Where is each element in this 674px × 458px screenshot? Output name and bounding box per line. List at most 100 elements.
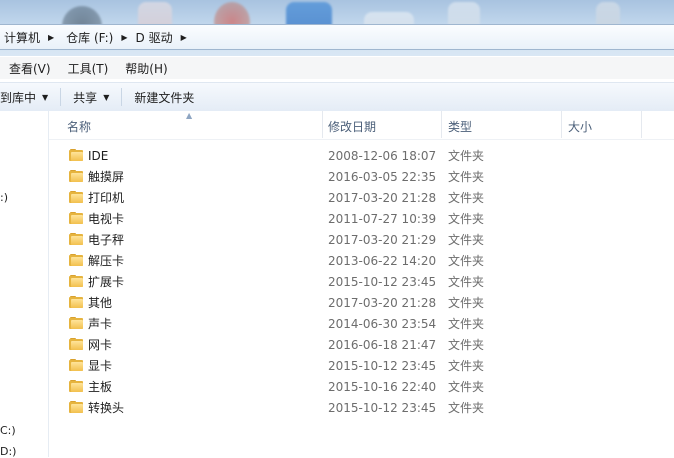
include-in-library-label: 到库中 (0, 90, 37, 105)
file-name: 电视卡 (88, 212, 125, 226)
column-header-size[interactable]: 大小 (568, 118, 592, 135)
toolbar-divider (121, 88, 123, 106)
table-row[interactable]: 主板 2015-10-16 22:40 文件夹 (49, 376, 674, 397)
sort-ascending-icon: ▲ (186, 111, 193, 120)
file-type: 文件夹 (448, 170, 485, 184)
navigation-pane[interactable]: :) C:) D:) (0, 111, 49, 458)
file-date: 2014-06-30 23:54 (328, 316, 437, 331)
column-header-name[interactable]: 名称 (67, 118, 91, 135)
file-date: 2017-03-20 21:28 (328, 190, 437, 205)
file-date: 2015-10-12 23:45 (328, 400, 437, 415)
folder-icon (69, 233, 83, 245)
address-bar[interactable]: 计算机 ▶ 仓库 (F:) ▶ D 驱动 ▶ (0, 24, 674, 50)
nav-item-drive-d[interactable]: D:) (0, 445, 16, 458)
file-date: 2011-07-27 10:39 (328, 211, 437, 226)
column-header-type[interactable]: 类型 (448, 118, 472, 135)
file-type: 文件夹 (448, 296, 485, 310)
file-type: 文件夹 (448, 149, 485, 163)
table-row[interactable]: 其他 2017-03-20 21:28 文件夹 (49, 292, 674, 313)
folder-icon (69, 296, 83, 308)
folder-icon (69, 212, 83, 224)
file-type: 文件夹 (448, 254, 485, 268)
folder-icon (69, 380, 83, 392)
file-type: 文件夹 (448, 233, 485, 247)
folder-icon (69, 170, 83, 182)
file-type: 文件夹 (448, 317, 485, 331)
column-divider[interactable] (641, 111, 642, 138)
nav-item-drive-c[interactable]: C:) (0, 424, 16, 437)
command-bar: 到库中 ▼ 共享 ▼ 新建文件夹 (0, 82, 674, 112)
folder-icon (69, 254, 83, 266)
breadcrumb-computer[interactable]: 计算机 ▶ (0, 26, 56, 48)
folder-icon (69, 317, 83, 329)
file-name: 显卡 (88, 359, 113, 373)
file-date: 2008-12-06 18:07 (328, 148, 437, 163)
include-in-library-button[interactable]: 到库中 ▼ (0, 89, 60, 106)
file-name: 其他 (88, 296, 113, 310)
folder-icon (69, 191, 83, 203)
table-row[interactable]: 解压卡 2013-06-22 14:20 文件夹 (49, 250, 674, 271)
breadcrumb-d-driver[interactable]: D 驱动 ▶ (132, 26, 189, 48)
column-header-row: ▲ 名称 修改日期 类型 大小 (49, 111, 674, 140)
file-name: IDE (88, 148, 109, 163)
file-name: 电子秤 (88, 233, 125, 247)
table-row[interactable]: 显卡 2015-10-12 23:45 文件夹 (49, 355, 674, 376)
file-date: 2013-06-22 14:20 (328, 253, 437, 268)
folder-icon (69, 149, 83, 161)
folder-icon (69, 338, 83, 350)
file-date: 2015-10-12 23:45 (328, 358, 437, 373)
toolbar-divider (60, 88, 62, 106)
file-date: 2017-03-20 21:28 (328, 295, 437, 310)
file-type: 文件夹 (448, 275, 485, 289)
table-row[interactable]: 电子秤 2017-03-20 21:29 文件夹 (49, 229, 674, 250)
file-name: 网卡 (88, 338, 113, 352)
column-divider[interactable] (441, 111, 442, 138)
menu-help[interactable]: 帮助(H) (116, 60, 175, 77)
column-divider[interactable] (561, 111, 562, 138)
chevron-right-icon[interactable]: ▶ (181, 33, 187, 42)
file-name: 扩展卡 (88, 275, 125, 289)
chevron-right-icon[interactable]: ▶ (121, 33, 127, 42)
menu-bar: 查看(V) 工具(T) 帮助(H) (0, 57, 674, 79)
file-list: ▲ 名称 修改日期 类型 大小 IDE 2008-12-06 18:07 文件夹 触摸… (49, 111, 674, 457)
file-type: 文件夹 (448, 380, 485, 394)
folder-icon (69, 359, 83, 371)
table-row[interactable]: 电视卡 2011-07-27 10:39 文件夹 (49, 208, 674, 229)
file-type: 文件夹 (448, 338, 485, 352)
column-header-date[interactable]: 修改日期 (328, 118, 376, 135)
file-name: 主板 (88, 380, 113, 394)
new-folder-label: 新建文件夹 (134, 90, 195, 105)
table-row[interactable]: 触摸屏 2016-03-05 22:35 文件夹 (49, 166, 674, 187)
share-label: 共享 (73, 90, 98, 105)
table-row[interactable]: 声卡 2014-06-30 23:54 文件夹 (49, 313, 674, 334)
table-row[interactable]: 打印机 2017-03-20 21:28 文件夹 (49, 187, 674, 208)
new-folder-button[interactable]: 新建文件夹 (134, 89, 206, 106)
file-date: 2015-10-16 22:40 (328, 379, 437, 394)
file-type: 文件夹 (448, 401, 485, 415)
file-date: 2016-06-18 21:47 (328, 337, 437, 352)
breadcrumb-label: 计算机 (4, 30, 41, 45)
menu-view[interactable]: 查看(V) (0, 60, 59, 77)
menu-tools[interactable]: 工具(T) (59, 60, 117, 77)
column-divider[interactable] (322, 111, 323, 138)
file-type: 文件夹 (448, 359, 485, 373)
table-row[interactable]: 转换头 2015-10-12 23:45 文件夹 (49, 397, 674, 418)
chevron-down-icon: ▼ (42, 92, 49, 102)
breadcrumb-label: 仓库 (F:) (66, 30, 114, 45)
file-name: 解压卡 (88, 254, 125, 268)
table-row[interactable]: IDE 2008-12-06 18:07 文件夹 (49, 145, 674, 166)
table-row[interactable]: 网卡 2016-06-18 21:47 文件夹 (49, 334, 674, 355)
chevron-down-icon: ▼ (103, 92, 110, 102)
share-button[interactable]: 共享 ▼ (73, 89, 121, 106)
file-type: 文件夹 (448, 191, 485, 205)
chevron-right-icon[interactable]: ▶ (48, 33, 54, 42)
breadcrumb-drive-f[interactable]: 仓库 (F:) ▶ (62, 26, 129, 48)
file-date: 2017-03-20 21:29 (328, 232, 437, 247)
file-name: 触摸屏 (88, 170, 125, 184)
file-name: 声卡 (88, 317, 113, 331)
file-date: 2015-10-12 23:45 (328, 274, 437, 289)
table-row[interactable]: 扩展卡 2015-10-12 23:45 文件夹 (49, 271, 674, 292)
nav-item-fragment[interactable]: :) (0, 191, 8, 204)
folder-icon (69, 275, 83, 287)
folder-icon (69, 401, 83, 413)
